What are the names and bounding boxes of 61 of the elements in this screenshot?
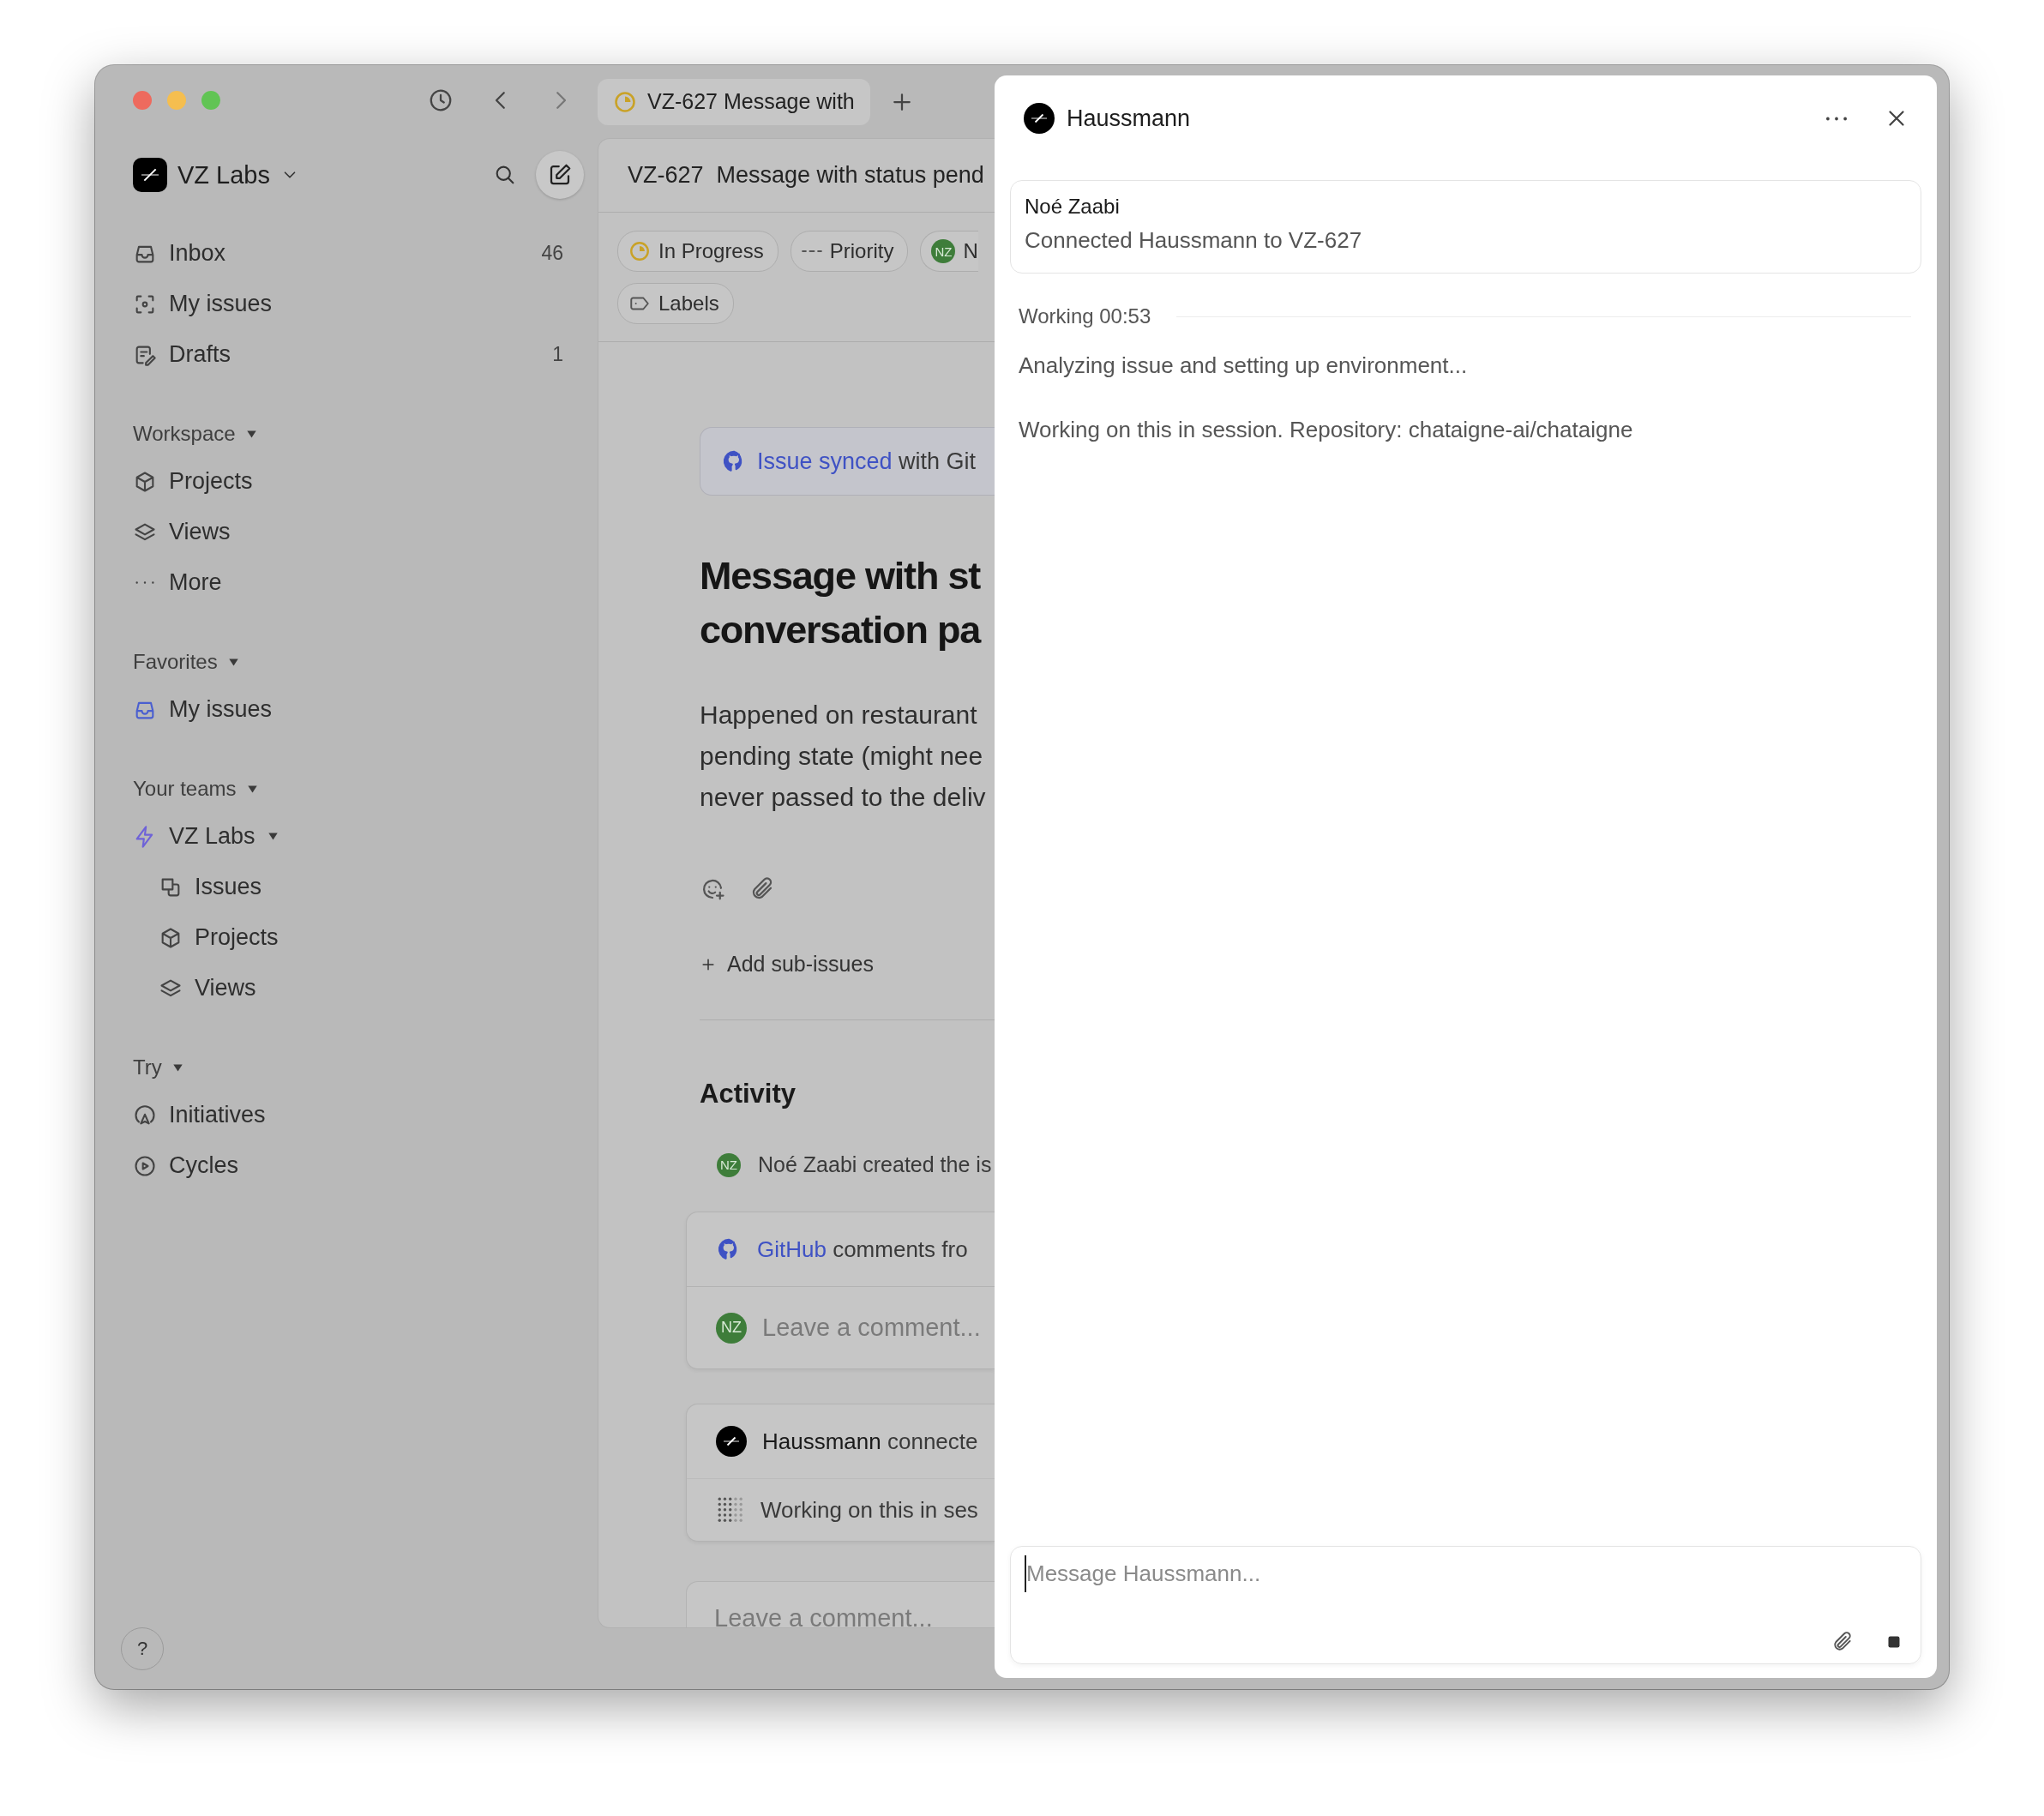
help-button[interactable]: ? xyxy=(121,1627,164,1670)
workspace-logo-icon xyxy=(133,158,167,192)
property-chip[interactable]: In Progress xyxy=(617,231,779,272)
progress-icon xyxy=(628,240,651,262)
sidebar-item[interactable]: Cycles xyxy=(133,1140,598,1191)
event-text: Connected Haussmann to VZ-627 xyxy=(1025,227,1363,254)
more-icon[interactable] xyxy=(1825,115,1848,122)
comment-field[interactable]: Leave a comment... xyxy=(714,1604,989,1627)
issue-description: Happened on restaurant pending state (might nee never passed to the deliv xyxy=(700,700,987,813)
sidebar-item[interactable]: VZ Labs xyxy=(133,811,598,862)
clock-icon[interactable] xyxy=(428,87,454,113)
sync-link[interactable]: Issue synced xyxy=(757,448,893,474)
agent-avatar xyxy=(1024,103,1055,134)
property-chip[interactable]: Labels xyxy=(617,283,734,324)
sidebar-item[interactable]: Inbox 46 xyxy=(133,228,598,279)
github-link[interactable]: GitHub xyxy=(757,1236,827,1262)
property-chip[interactable]: NZ N xyxy=(920,231,978,272)
sidebar-item[interactable]: Views xyxy=(133,963,598,1013)
activity-text: Haussmann connecte xyxy=(762,1428,978,1455)
section-header[interactable]: Favorites xyxy=(133,640,598,684)
sidebar-item[interactable]: Projects xyxy=(133,912,598,963)
issue-tab[interactable]: VZ-627 Message with xyxy=(598,78,870,125)
agent-message: Working on this in session. Repository: chataigne-ai/chataigne xyxy=(1018,416,1634,444)
agent-avatar xyxy=(716,1426,747,1457)
session-text: Working on this in ses xyxy=(760,1496,978,1524)
sidebar-item[interactable]: My issues xyxy=(133,279,598,329)
sidebar-item[interactable]: Projects xyxy=(133,456,598,507)
issue-heading: VZ-627 Message with status pend xyxy=(628,162,984,189)
sidebar-item[interactable]: My issues xyxy=(133,684,598,735)
event-author: Noé Zaabi xyxy=(1025,195,1121,219)
agent-message: Analyzing issue and setting up environment... xyxy=(1018,352,1469,380)
sync-text: Issue synced with Git xyxy=(757,448,977,475)
property-chip[interactable]: Priority xyxy=(790,231,909,272)
avatar: NZ xyxy=(931,239,956,263)
caret-icon xyxy=(267,831,279,842)
agent-name: Haussmann xyxy=(1067,105,1191,132)
status-text: Working 00:53 xyxy=(1019,304,1151,328)
workspace-switcher[interactable]: VZ Labs xyxy=(133,158,299,192)
avatar: NZ xyxy=(717,1152,741,1177)
sidebar-item[interactable]: Views xyxy=(133,507,598,557)
activity-text: GitHub comments fro xyxy=(757,1236,968,1263)
comment-box[interactable]: Leave a comment... xyxy=(686,1581,995,1627)
section-header[interactable]: Workspace xyxy=(133,412,598,456)
more-icon xyxy=(135,580,155,586)
section-header[interactable]: Your teams xyxy=(133,767,598,811)
dashes-icon xyxy=(801,249,822,254)
sidebar-item[interactable]: Issues xyxy=(133,862,598,912)
sidebar-item[interactable]: Drafts 1 xyxy=(133,329,598,380)
sidebar-item[interactable]: More xyxy=(133,557,598,608)
activity-text: Noé Zaabi created the is xyxy=(758,1152,992,1177)
issue-title: Message with st conversation pa xyxy=(700,553,982,653)
activity-heading: Activity xyxy=(700,1079,797,1109)
add-sub-issues-button[interactable]: Add sub-issues xyxy=(700,952,874,977)
new-issue-button[interactable] xyxy=(536,151,584,199)
comment-field[interactable]: Leave a comment... xyxy=(762,1314,995,1342)
avatar: NZ xyxy=(716,1312,747,1344)
paperclip-icon[interactable] xyxy=(1831,1631,1854,1653)
sidebar-item[interactable]: Initiatives xyxy=(133,1090,598,1140)
section-header[interactable]: Try xyxy=(133,1045,598,1090)
progress-icon xyxy=(613,89,637,114)
dot-grid-icon xyxy=(716,1495,745,1524)
